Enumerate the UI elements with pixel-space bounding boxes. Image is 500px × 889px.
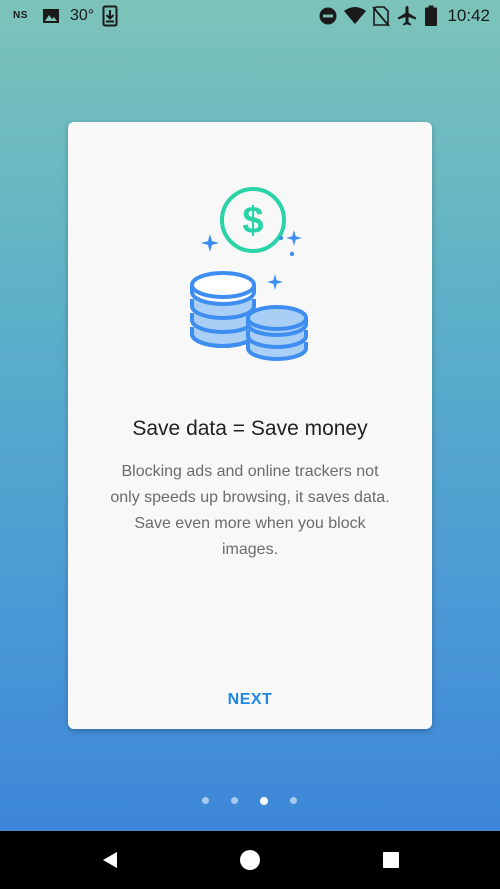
page-dot-2	[231, 797, 238, 804]
temperature-label: 30°	[70, 7, 95, 24]
dollar-coin-icon: $	[220, 187, 286, 253]
page-dot-3-active	[260, 796, 268, 805]
status-bar: NS 30° 10:42	[0, 0, 500, 32]
airplane-mode-icon	[396, 5, 418, 27]
do-not-disturb-icon	[318, 6, 338, 26]
coin-stack-small	[246, 305, 308, 361]
image-icon	[41, 6, 61, 26]
coin-stack-large	[190, 271, 256, 348]
carrier-label: NS	[13, 10, 28, 21]
no-sim-icon	[372, 5, 390, 27]
page-dot-4	[290, 797, 297, 804]
wifi-icon	[343, 6, 367, 26]
clock: 10:42	[447, 6, 490, 25]
svg-text:$: $	[242, 200, 263, 242]
page-dot-1	[202, 797, 209, 804]
card-title: Save data = Save money	[132, 417, 368, 440]
navigation-bar	[0, 831, 500, 889]
page-indicator	[0, 796, 500, 807]
home-icon[interactable]	[235, 845, 265, 875]
back-icon[interactable]	[95, 845, 125, 875]
battery-icon	[424, 5, 438, 27]
next-button[interactable]: NEXT	[200, 682, 300, 718]
card-description: Blocking ads and online trackers not onl…	[110, 463, 390, 558]
onboarding-card: $ Save data = Save money Blocking ads an…	[68, 122, 432, 729]
recents-icon[interactable]	[376, 845, 406, 875]
download-icon	[102, 5, 118, 27]
coins-savings-illustration: $	[183, 182, 313, 372]
